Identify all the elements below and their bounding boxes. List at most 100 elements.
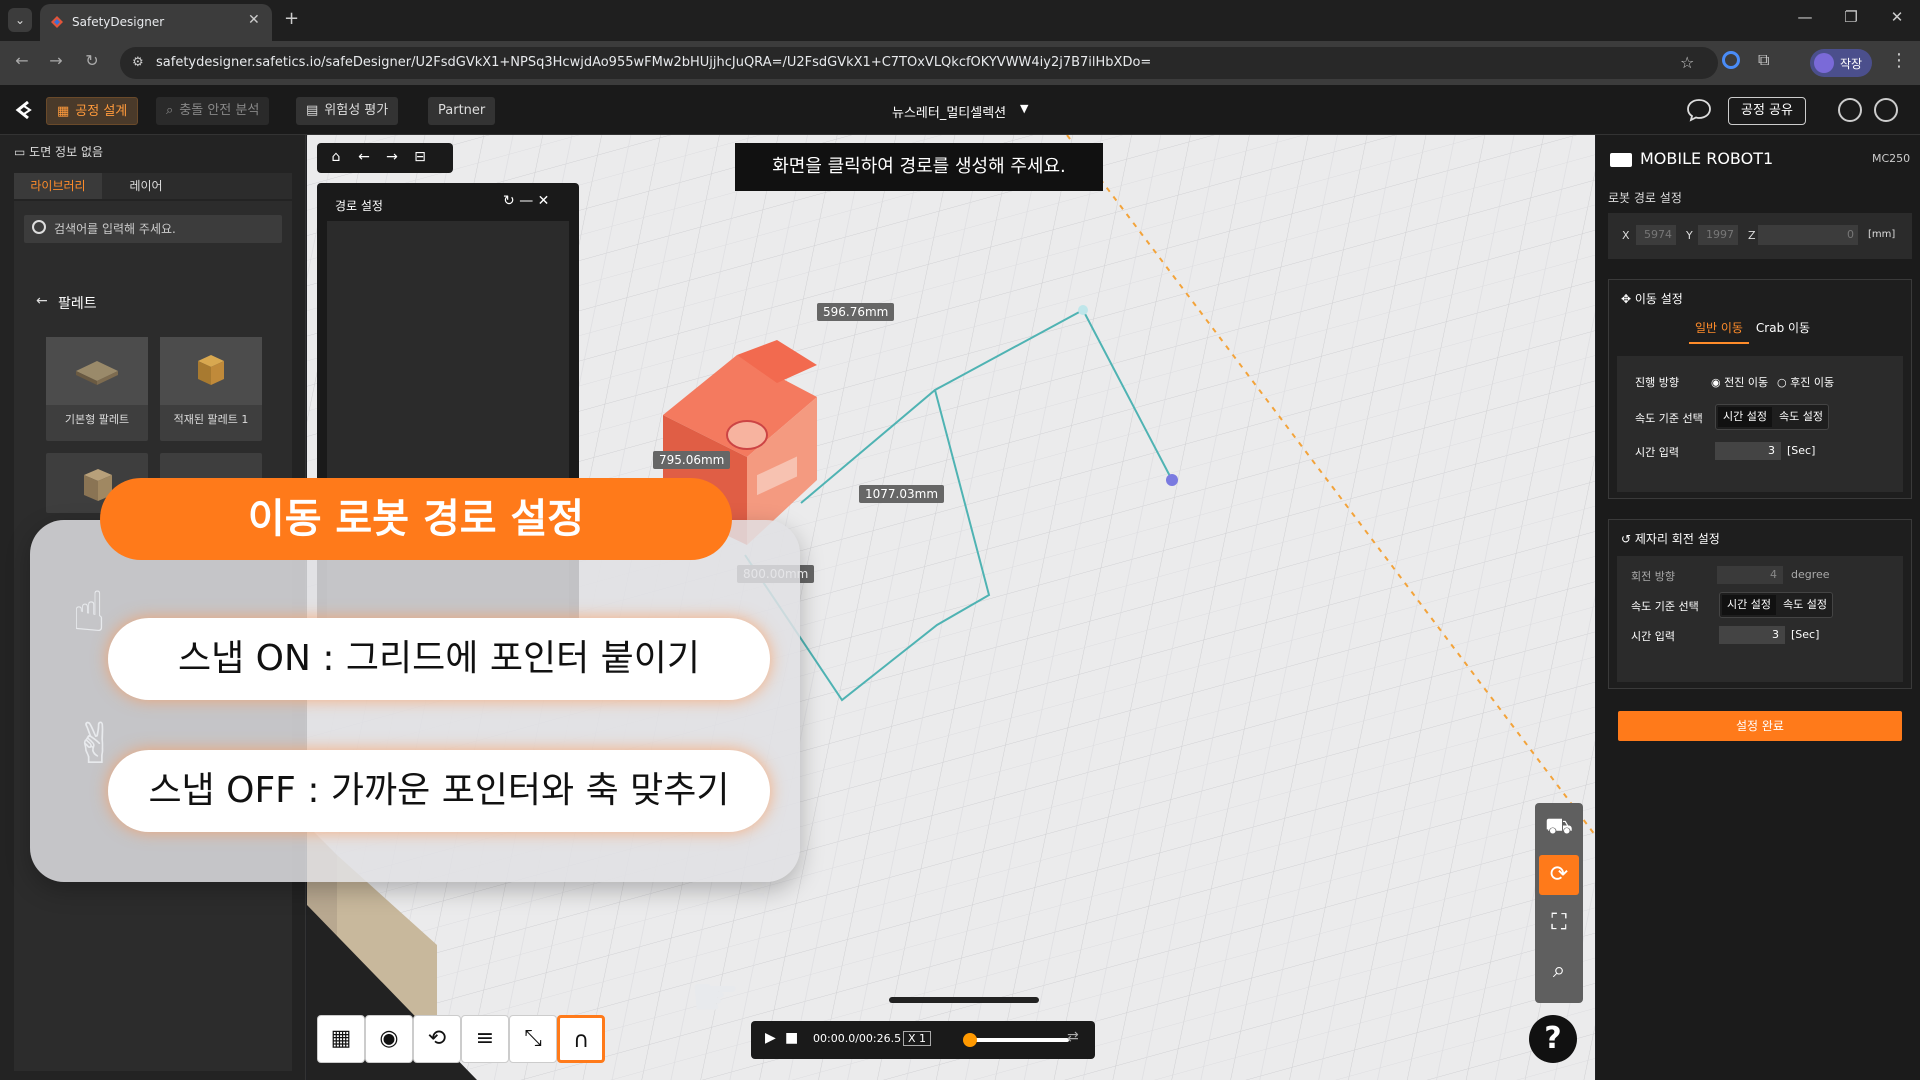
process-design-button[interactable]: ▦ 공정 설계 (46, 97, 139, 125)
close-window-icon[interactable]: ✕ (1882, 8, 1912, 26)
rotation-speed-setting-option[interactable]: 속도 설정 (1778, 595, 1832, 615)
refresh-icon[interactable]: ↻ (503, 193, 515, 209)
minimize-icon[interactable]: — (1790, 8, 1820, 26)
save-icon[interactable]: ⊟ (407, 149, 433, 165)
rotate-icon: ↺ (1621, 532, 1635, 546)
time-unit: [Sec] (1787, 444, 1816, 457)
tab-close-icon[interactable]: ✕ (248, 12, 260, 28)
safetydesigner-favicon-icon (51, 16, 63, 28)
timeline-scroll-bar[interactable] (889, 997, 1039, 1003)
extensions-puzzle-icon[interactable]: ⧉ (1758, 50, 1769, 70)
move-tabs: 일반 이동 Crab 이동 (1609, 316, 1913, 344)
x-label: X (1622, 229, 1630, 242)
analysis-search-icon[interactable]: ⌕ (1539, 951, 1579, 991)
grid-toggle-icon[interactable]: ▦ (317, 1015, 365, 1063)
minimize-icon[interactable]: — (519, 193, 533, 209)
app-logo-icon[interactable] (14, 100, 34, 120)
rotation-speed-basis-label: 속도 기준 선택 (1631, 600, 1699, 613)
rotate-view-icon[interactable]: ⟲ (413, 1015, 461, 1063)
move-settings-title: ✥ 이동 설정 (1621, 292, 1683, 306)
align-icon[interactable]: ≡ (461, 1015, 509, 1063)
loop-icon[interactable]: ⇄ (1067, 1029, 1079, 1045)
drawing-info: ▭ 도면 정보 없음 (14, 145, 104, 159)
snap-on-tip: 스냅 ON : 그리드에 포인터 붙이기 (108, 618, 770, 700)
snap-magnet-icon[interactable]: ∩ (557, 1015, 605, 1063)
dimension-label: 795.06mm (653, 451, 731, 469)
user-icon[interactable] (1838, 98, 1862, 122)
time-input-label: 시간 입력 (1635, 446, 1679, 459)
coordinate-box: X 5974 Y 1997 Z 0 [mm] (1608, 213, 1912, 259)
resize-icon[interactable]: ⤡ (509, 1015, 557, 1063)
site-info-icon[interactable]: ⚙ (132, 55, 144, 70)
collision-analysis-button[interactable]: ⌕ 충돌 안전 분석 (156, 97, 270, 125)
bookmark-star-icon[interactable]: ☆ (1680, 53, 1694, 72)
new-tab-icon[interactable]: + (284, 8, 299, 29)
undo-arrow-icon[interactable]: ← (351, 149, 377, 165)
restore-icon[interactable]: ❐ (1836, 8, 1866, 26)
reload-icon[interactable]: ↻ (80, 51, 104, 70)
path-tool-icon[interactable]: ⟳ (1539, 855, 1579, 895)
document-icon: ▤ (306, 103, 319, 118)
robot-name: MOBILE ROBOT1 (1640, 149, 1774, 168)
time-input[interactable]: 3 (1715, 442, 1781, 460)
url-text[interactable]: safetydesigner.safetics.io/safeDesigner/… (156, 55, 1151, 70)
rotation-time-setting-option[interactable]: 시간 설정 (1722, 595, 1776, 615)
redo-arrow-icon[interactable]: → (379, 149, 405, 165)
tab-library[interactable]: 라이브러리 (14, 173, 102, 199)
extension-icon[interactable] (1722, 51, 1740, 69)
browser-menu-icon[interactable]: ⋮ (1890, 50, 1908, 71)
search-input[interactable] (54, 215, 274, 243)
settings-done-button[interactable]: 설정 완료 (1618, 711, 1902, 741)
z-input[interactable]: 0 (1758, 225, 1858, 245)
omnibox[interactable]: ⚙ safetydesigner.safetics.io/safeDesigne… (120, 47, 1718, 79)
close-icon[interactable]: ✕ (538, 193, 550, 209)
play-icon[interactable]: ▶ (765, 1030, 776, 1046)
tutorial-banner: 이동 로봇 경로 설정 (100, 478, 732, 560)
forward-radio[interactable]: ◉ 전진 이동 (1711, 374, 1768, 390)
time-setting-option[interactable]: 시간 설정 (1718, 407, 1772, 427)
home-icon[interactable]: ⌂ (323, 149, 349, 165)
library-item-loaded-pallet[interactable]: 적재된 팔레트 1 (160, 337, 262, 441)
stop-icon[interactable]: ■ (785, 1030, 798, 1046)
browser-tab[interactable]: SafetyDesigner ✕ (40, 4, 272, 41)
back-arrow-icon[interactable]: ← (36, 293, 48, 309)
degree-unit: degree (1791, 568, 1830, 581)
dimension-label: 596.76mm (817, 303, 895, 321)
rotation-degree-input[interactable]: 4 (1717, 566, 1783, 584)
chat-icon[interactable] (1686, 97, 1712, 123)
risk-assessment-button[interactable]: ▤ 위험성 평가 (296, 97, 399, 125)
pallet-thumbnail (46, 337, 148, 405)
playback-track[interactable] (969, 1038, 1069, 1042)
mobile-robot-tool-icon[interactable]: ⛟ (1539, 807, 1579, 847)
library-item-label: 적재된 팔레트 1 (173, 413, 249, 426)
visibility-eye-icon[interactable]: ◉ (365, 1015, 413, 1063)
partner-button[interactable]: Partner (428, 97, 496, 125)
tab-search-button[interactable]: ⌄ (8, 8, 32, 32)
share-process-button[interactable]: 공정 공유 (1728, 97, 1806, 125)
tab-title: SafetyDesigner (72, 15, 165, 29)
dimension-label: 1077.03mm (859, 485, 945, 503)
help-button[interactable]: ? (1529, 1015, 1577, 1063)
library-item-basic-pallet[interactable]: 기본형 팔레트 (46, 337, 148, 441)
back-icon[interactable]: ← (10, 51, 34, 70)
speed-setting-option[interactable]: 속도 설정 (1774, 407, 1828, 427)
project-title[interactable]: 뉴스레터_멀티셀렉션 (892, 102, 1006, 121)
globe-icon[interactable] (1874, 98, 1898, 122)
profile-button[interactable]: 작장 (1810, 49, 1872, 77)
backward-radio[interactable]: ○ 후진 이동 (1777, 374, 1834, 390)
rotation-time-input[interactable]: 3 (1719, 626, 1785, 644)
fit-view-icon[interactable]: ⛶ (1539, 903, 1579, 943)
tab-crab-move[interactable]: Crab 이동 (1753, 316, 1813, 344)
x-input[interactable]: 5974 (1636, 225, 1676, 245)
forward-icon[interactable]: → (44, 51, 68, 70)
y-input[interactable]: 1997 (1698, 225, 1738, 245)
category-title: 팔레트 (58, 296, 97, 312)
tab-layer[interactable]: 레이어 (102, 173, 190, 199)
tab-normal-move[interactable]: 일반 이동 (1689, 316, 1749, 344)
playback-knob[interactable] (963, 1033, 977, 1047)
chevron-down-icon[interactable]: ▼ (1020, 102, 1028, 115)
direction-label: 진행 방향 (1635, 376, 1679, 389)
viewport-toolbar: ⌂ ← → ⊟ (317, 143, 453, 173)
playback-speed[interactable]: X 1 (903, 1031, 932, 1046)
search-icon (32, 220, 46, 234)
